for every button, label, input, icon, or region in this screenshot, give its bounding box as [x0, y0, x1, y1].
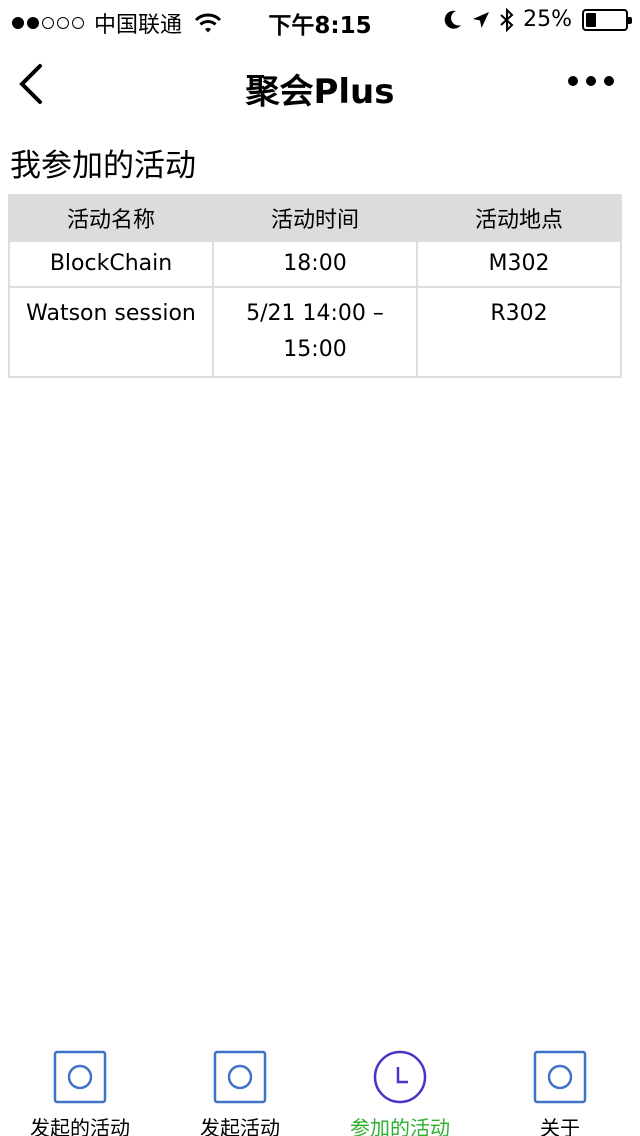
page-title: 聚会Plus	[245, 72, 395, 112]
table-header-row: 活动名称 活动时间 活动地点	[8, 194, 622, 242]
tab-bar: 发起的活动 发起活动 参加的活动 关于	[0, 1040, 640, 1136]
battery-icon	[582, 8, 632, 31]
section-title: 我参加的活动	[10, 148, 196, 184]
tab-label: 参加的活动	[350, 1116, 450, 1136]
activity-name-cell: BlockChain	[8, 240, 214, 288]
nav-bar: 聚会Plus	[0, 40, 640, 128]
battery-percent: 25%	[523, 7, 572, 32]
battery-fill	[586, 12, 596, 27]
header-activity-location: 活动地点	[416, 194, 622, 242]
tab-joined-activities[interactable]: 参加的活动	[320, 1040, 480, 1136]
table-row: BlockChain 18:00 M302	[8, 240, 622, 288]
tab-label: 关于	[540, 1116, 580, 1136]
moon-icon	[444, 10, 462, 29]
header-activity-name: 活动名称	[8, 194, 214, 242]
activity-location-cell: M302	[416, 240, 622, 288]
tab-create-activity[interactable]: 发起活动	[160, 1040, 320, 1136]
activity-name-cell: Watson session	[8, 286, 214, 378]
tab-about[interactable]: 关于	[480, 1040, 640, 1136]
square-circle-icon	[533, 1050, 587, 1104]
activity-time-cell: 18:00	[212, 240, 418, 288]
square-circle-icon	[213, 1050, 267, 1104]
bluetooth-icon	[500, 7, 514, 32]
clock-icon	[373, 1050, 427, 1104]
tab-label: 发起的活动	[30, 1116, 130, 1136]
status-bar: 中国联通 下午8:15 25%	[0, 0, 640, 40]
activity-location-cell: R302	[416, 286, 622, 378]
square-circle-icon	[53, 1050, 107, 1104]
location-arrow-icon	[473, 11, 490, 28]
more-options-icon[interactable]	[568, 76, 614, 86]
activities-table: 活动名称 活动时间 活动地点 BlockChain 18:00 M302 Wat…	[8, 194, 622, 378]
tab-created-activities[interactable]: 发起的活动	[0, 1040, 160, 1136]
activity-time-cell: 5/21 14:00 – 15:00	[212, 286, 418, 378]
status-right: 25%	[443, 7, 632, 32]
header-activity-time: 活动时间	[212, 194, 418, 242]
table-row: Watson session 5/21 14:00 – 15:00 R302	[8, 286, 622, 378]
tab-label: 发起活动	[200, 1116, 280, 1136]
